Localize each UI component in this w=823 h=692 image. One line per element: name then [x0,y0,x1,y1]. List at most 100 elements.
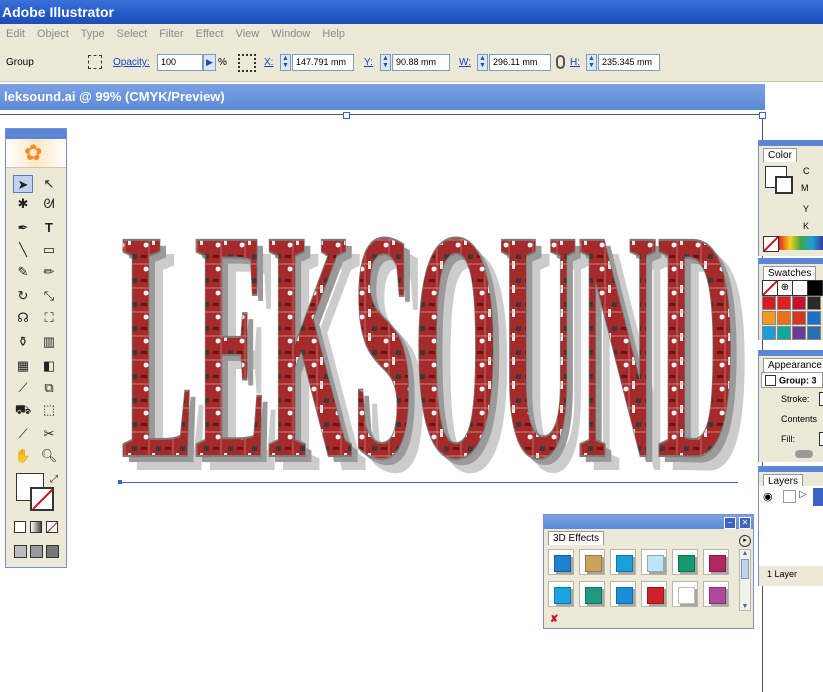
color-mode-icon[interactable] [14,521,26,533]
pencil-tool-icon[interactable]: ✏ [39,263,59,281]
appearance-group-row[interactable]: Group: 3 [761,372,823,388]
color-panel-header[interactable] [759,140,823,146]
selection-handle-top-right[interactable] [759,112,766,119]
appearance-panel-header[interactable] [759,350,823,356]
none-mode-icon[interactable] [46,521,58,533]
scale-tool-icon[interactable]: ⤡ [39,287,59,305]
menu-edit[interactable]: Edit [0,24,31,44]
swap-fill-stroke-icon[interactable]: ⤢ [44,471,64,489]
swatch-color[interactable] [762,326,776,340]
link-proportions-icon[interactable] [556,55,565,69]
appearance-fill-swatch[interactable] [819,432,823,446]
swatch-black[interactable] [807,280,823,296]
paintbrush-tool-icon[interactable]: ✎ [13,263,33,281]
panel-menu-icon[interactable]: ▸ [739,535,751,547]
break-link-icon[interactable]: ✘ [550,614,558,625]
swatch-color[interactable] [807,326,821,340]
direct-selection-tool-icon[interactable]: ↖ [39,175,59,193]
gradient-tool-icon[interactable]: ◧ [39,357,59,375]
y-input[interactable]: 90.88 mm [392,54,450,71]
selection-anchor-point[interactable] [118,480,122,484]
y-stepper-icon[interactable]: ▲ ▼ [380,54,391,71]
scroll-up-icon[interactable]: ▲ [740,550,750,557]
slice-tool-icon[interactable]: ⟋ [13,425,33,443]
swatch-color[interactable] [792,311,806,325]
swatch-color[interactable] [777,296,791,310]
menu-filter[interactable]: Filter [153,24,189,44]
swatch-color[interactable] [777,326,791,340]
swatches-panel-header[interactable] [759,258,823,264]
appearance-stroke-swatch[interactable] [819,392,823,406]
swatch-registration-icon[interactable]: ⊕ [777,280,793,296]
menu-select[interactable]: Select [111,24,154,44]
layer-row[interactable]: ◉ ▷ [759,486,823,509]
3d-effects-panel-header[interactable]: – ✕ [544,515,753,529]
h-stepper-icon[interactable]: ▲ ▼ [586,54,597,71]
menu-type[interactable]: Type [75,24,111,44]
rotate-tool-icon[interactable]: ↻ [13,287,33,305]
color-spectrum-bar[interactable] [779,236,823,250]
eyedropper-tool-icon[interactable]: ⟋ [13,379,33,397]
layers-panel-header[interactable] [759,466,823,472]
effect-style-swatch[interactable] [641,549,667,575]
effect-style-swatch[interactable] [610,581,636,607]
appearance-options-icon[interactable] [795,450,813,458]
menu-object[interactable]: Object [31,24,75,44]
opacity-dropdown-arrow-icon[interactable]: ▶ [203,54,216,71]
swatch-color[interactable] [792,326,806,340]
color-none-icon[interactable] [763,236,779,252]
3d-effects-tab[interactable]: 3D Effects [548,531,604,545]
column-graph-tool-icon[interactable]: ▥ [39,333,59,351]
opacity-input[interactable]: 100 [157,54,203,71]
full-screen-menu-mode-icon[interactable] [30,545,43,558]
swatches-tab[interactable]: Swatches [763,266,817,280]
layer-lock-toggle[interactable] [783,490,796,503]
full-screen-mode-icon[interactable] [46,545,59,558]
opacity-label[interactable]: Opacity: [113,57,150,68]
effect-style-swatch[interactable] [610,549,636,575]
hand-tool-icon[interactable]: ✋ [13,447,33,465]
selection-handle-top[interactable] [343,112,350,119]
menu-effect[interactable]: Effect [190,24,230,44]
effect-style-swatch[interactable] [672,581,698,607]
symbol-sprayer-tool-icon[interactable]: ⚱ [13,333,33,351]
reference-point-icon[interactable] [238,54,256,72]
h-input[interactable]: 235.345 mm [598,54,660,71]
effect-style-swatch[interactable] [579,549,605,575]
zoom-tool-icon[interactable]: 🔍︎ [39,447,59,465]
swatch-color[interactable] [807,296,821,310]
type-tool-icon[interactable]: T [39,219,59,237]
layer-visibility-eye-icon[interactable]: ◉ [763,490,773,503]
stroke-color-swatch[interactable] [30,487,54,511]
close-panel-icon[interactable]: ✕ [739,517,751,529]
swatch-none-icon[interactable] [762,280,778,296]
menu-window[interactable]: Window [265,24,316,44]
tools-panel-header[interactable] [6,129,66,139]
w-input[interactable]: 296.11 mm [489,54,551,71]
color-stroke-swatch[interactable] [775,176,793,194]
x-stepper-icon[interactable]: ▲ ▼ [280,54,291,71]
menu-help[interactable]: Help [316,24,351,44]
effect-style-swatch[interactable] [672,549,698,575]
blend-tool-icon[interactable]: ⧉ [39,379,59,397]
swatch-color[interactable] [807,311,821,325]
effect-style-swatch[interactable] [641,581,667,607]
document-tab[interactable]: leksound.ai @ 99% (CMYK/Preview) [0,84,765,110]
artwork-leksound-3d-text[interactable]: LEKSOUND LEKSOUND LEKSOUND [115,180,755,490]
layer-expand-arrow-icon[interactable]: ▷ [799,489,807,500]
effect-style-swatch[interactable] [703,581,729,607]
lasso-tool-icon[interactable]: ᘛ [39,195,59,213]
rectangle-tool-icon[interactable]: ▭ [39,241,59,259]
scroll-down-icon[interactable]: ▼ [740,603,750,610]
w-stepper-icon[interactable]: ▲ ▼ [477,54,488,71]
effect-style-swatch[interactable] [703,549,729,575]
mesh-tool-icon[interactable]: ▦ [13,357,33,375]
effect-style-swatch[interactable] [548,549,574,575]
scroll-thumb[interactable] [741,559,749,579]
gradient-mode-icon[interactable] [30,521,42,533]
effect-style-swatch[interactable] [548,581,574,607]
swatch-color[interactable] [762,311,776,325]
live-paint-selection-tool-icon[interactable]: ⬚ [39,401,59,419]
menu-view[interactable]: View [230,24,266,44]
appearance-tab[interactable]: Appearance [763,358,823,372]
